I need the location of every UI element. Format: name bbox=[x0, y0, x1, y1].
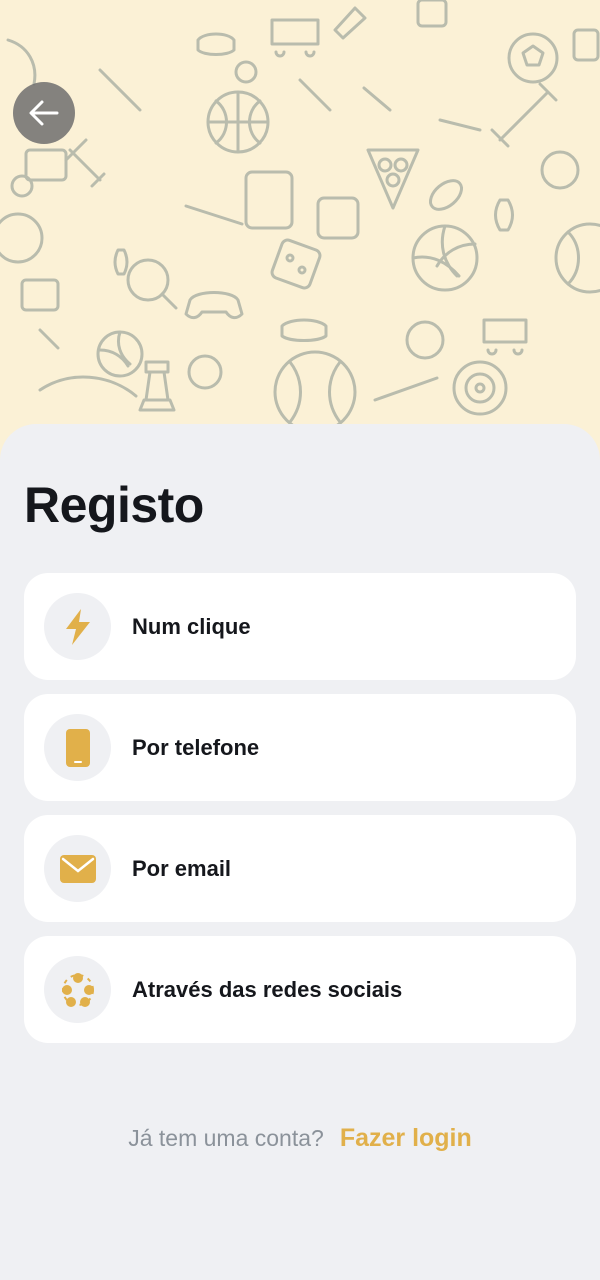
registration-sheet: Registo Num clique Por telefone Por emai… bbox=[0, 424, 600, 1280]
register-social-option[interactable]: Através das redes sociais bbox=[24, 936, 576, 1043]
phone-icon bbox=[65, 728, 90, 767]
have-account-text: Já tem uma conta? bbox=[128, 1125, 324, 1151]
option-icon-container bbox=[44, 835, 111, 902]
option-label: Por telefone bbox=[132, 735, 260, 760]
option-icon-container bbox=[44, 593, 111, 660]
register-phone-option[interactable]: Por telefone bbox=[24, 694, 576, 801]
sports-pattern-illustration bbox=[0, 0, 600, 434]
option-icon-container bbox=[44, 956, 111, 1023]
option-label: Num clique bbox=[132, 614, 251, 639]
register-email-option[interactable]: Por email bbox=[24, 815, 576, 922]
option-label: Por email bbox=[132, 856, 232, 881]
back-button[interactable] bbox=[13, 82, 75, 144]
lightning-icon bbox=[65, 608, 90, 645]
login-link[interactable]: Fazer login bbox=[340, 1124, 472, 1152]
register-one-click-option[interactable]: Num clique bbox=[24, 573, 576, 680]
arrow-left-icon bbox=[29, 100, 59, 126]
envelope-icon bbox=[59, 854, 96, 883]
login-prompt: Já tem uma conta? Fazer login bbox=[0, 1124, 600, 1153]
option-label: Através das redes sociais bbox=[132, 977, 403, 1002]
social-network-icon bbox=[61, 972, 94, 1007]
option-icon-container bbox=[44, 714, 111, 781]
page-title: Registo bbox=[24, 477, 204, 533]
header-background bbox=[0, 0, 600, 460]
